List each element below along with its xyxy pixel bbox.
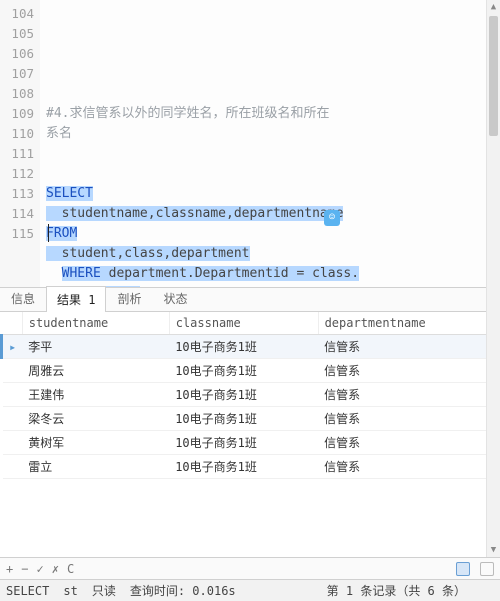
code-line[interactable] [46, 144, 496, 164]
column-header[interactable]: departmentname [318, 312, 499, 335]
cell[interactable]: 10电子商务1班 [169, 455, 318, 479]
toolbar-button[interactable]: ✗ [52, 562, 59, 576]
tab-0[interactable]: 信息 [0, 285, 46, 311]
emoji-badge-icon: ☺ [324, 210, 340, 226]
table-row[interactable]: 梁冬云10电子商务1班信管系 [2, 407, 500, 431]
status-mode-short: st [63, 584, 77, 598]
status-mode: 只读 [92, 582, 116, 599]
cell[interactable]: 10电子商务1班 [169, 335, 318, 359]
form-view-icon[interactable] [480, 562, 494, 576]
code-line[interactable]: 系名 [46, 124, 496, 144]
scroll-up-icon[interactable]: ▲ [487, 0, 500, 14]
status-bar: SELECT st 只读 查询时间: 0.016s 第 1 条记录（共 6 条） [0, 579, 500, 601]
status-stmt: SELECT [6, 584, 49, 598]
code-line[interactable]: WHERE department.Departmentid = class. [46, 264, 496, 284]
cell[interactable]: 10电子商务1班 [169, 383, 318, 407]
column-header[interactable]: studentname [22, 312, 169, 335]
table-row[interactable]: ▸李平10电子商务1班信管系 [2, 335, 500, 359]
result-grid[interactable]: studentnameclassnamedepartmentname ▸李平10… [0, 312, 500, 557]
status-timing: 查询时间: 0.016s [130, 582, 236, 599]
cell[interactable]: 周雅云 [22, 359, 169, 383]
result-tabs: 信息结果 1剖析状态 [0, 288, 500, 312]
table-row[interactable]: 王建伟10电子商务1班信管系 [2, 383, 500, 407]
sql-editor[interactable]: 104105106107108109110111112113114115 ☺ #… [0, 0, 500, 288]
scroll-thumb[interactable] [489, 16, 498, 136]
cell[interactable]: 信管系 [318, 431, 499, 455]
tab-3[interactable]: 状态 [152, 285, 198, 311]
status-record: 第 1 条记录（共 6 条） [327, 582, 466, 599]
cell[interactable]: 李平 [22, 335, 169, 359]
table-header-row: studentnameclassnamedepartmentname [2, 312, 500, 335]
cell[interactable]: 信管系 [318, 455, 499, 479]
cell[interactable]: 10电子商务1班 [169, 359, 318, 383]
grid-view-icon[interactable] [456, 562, 470, 576]
code-line[interactable]: DepartmentID [46, 284, 496, 287]
cell[interactable]: 10电子商务1班 [169, 431, 318, 455]
cell[interactable]: 信管系 [318, 359, 499, 383]
cell[interactable]: 10电子商务1班 [169, 407, 318, 431]
text-cursor [48, 224, 49, 242]
tab-2[interactable]: 剖析 [106, 285, 152, 311]
cell[interactable]: 王建伟 [22, 383, 169, 407]
column-header[interactable]: classname [169, 312, 318, 335]
code-line[interactable]: FROM [46, 224, 496, 244]
result-table[interactable]: studentnameclassnamedepartmentname ▸李平10… [0, 312, 500, 479]
code-line[interactable]: SELECT [46, 184, 496, 204]
grid-toolbar: +−✓ ✗ C [0, 557, 500, 579]
code-line[interactable] [46, 164, 496, 184]
tab-1[interactable]: 结果 1 [46, 286, 106, 312]
table-row[interactable]: 雷立10电子商务1班信管系 [2, 455, 500, 479]
cell[interactable]: 梁冬云 [22, 407, 169, 431]
cell[interactable]: 信管系 [318, 335, 499, 359]
code-line[interactable] [46, 84, 496, 104]
toolbar-button[interactable]: ✓ [36, 562, 43, 576]
cell[interactable]: 信管系 [318, 407, 499, 431]
line-gutter: 104105106107108109110111112113114115 [0, 0, 40, 287]
toolbar-button[interactable]: + [6, 562, 13, 576]
table-row[interactable]: 周雅云10电子商务1班信管系 [2, 359, 500, 383]
cell[interactable]: 信管系 [318, 383, 499, 407]
toolbar-button[interactable]: C [67, 562, 74, 576]
vertical-scrollbar[interactable]: ▲ ▼ [486, 0, 500, 557]
cell[interactable]: 黄树军 [22, 431, 169, 455]
table-row[interactable]: 黄树军10电子商务1班信管系 [2, 431, 500, 455]
code-line[interactable]: studentname,classname,departmentname [46, 204, 496, 224]
toolbar-button[interactable]: − [21, 562, 28, 576]
cell[interactable]: 雷立 [22, 455, 169, 479]
code-area[interactable]: ☺ #4.求信管系以外的同学姓名，所在班级名和所在系名 SELECT studen… [40, 0, 500, 287]
code-line[interactable]: #4.求信管系以外的同学姓名，所在班级名和所在 [46, 104, 496, 124]
toolbar-buttons: +−✓ ✗ C [6, 562, 82, 576]
scroll-down-icon[interactable]: ▼ [487, 543, 500, 557]
code-line[interactable]: student,class,department [46, 244, 496, 264]
